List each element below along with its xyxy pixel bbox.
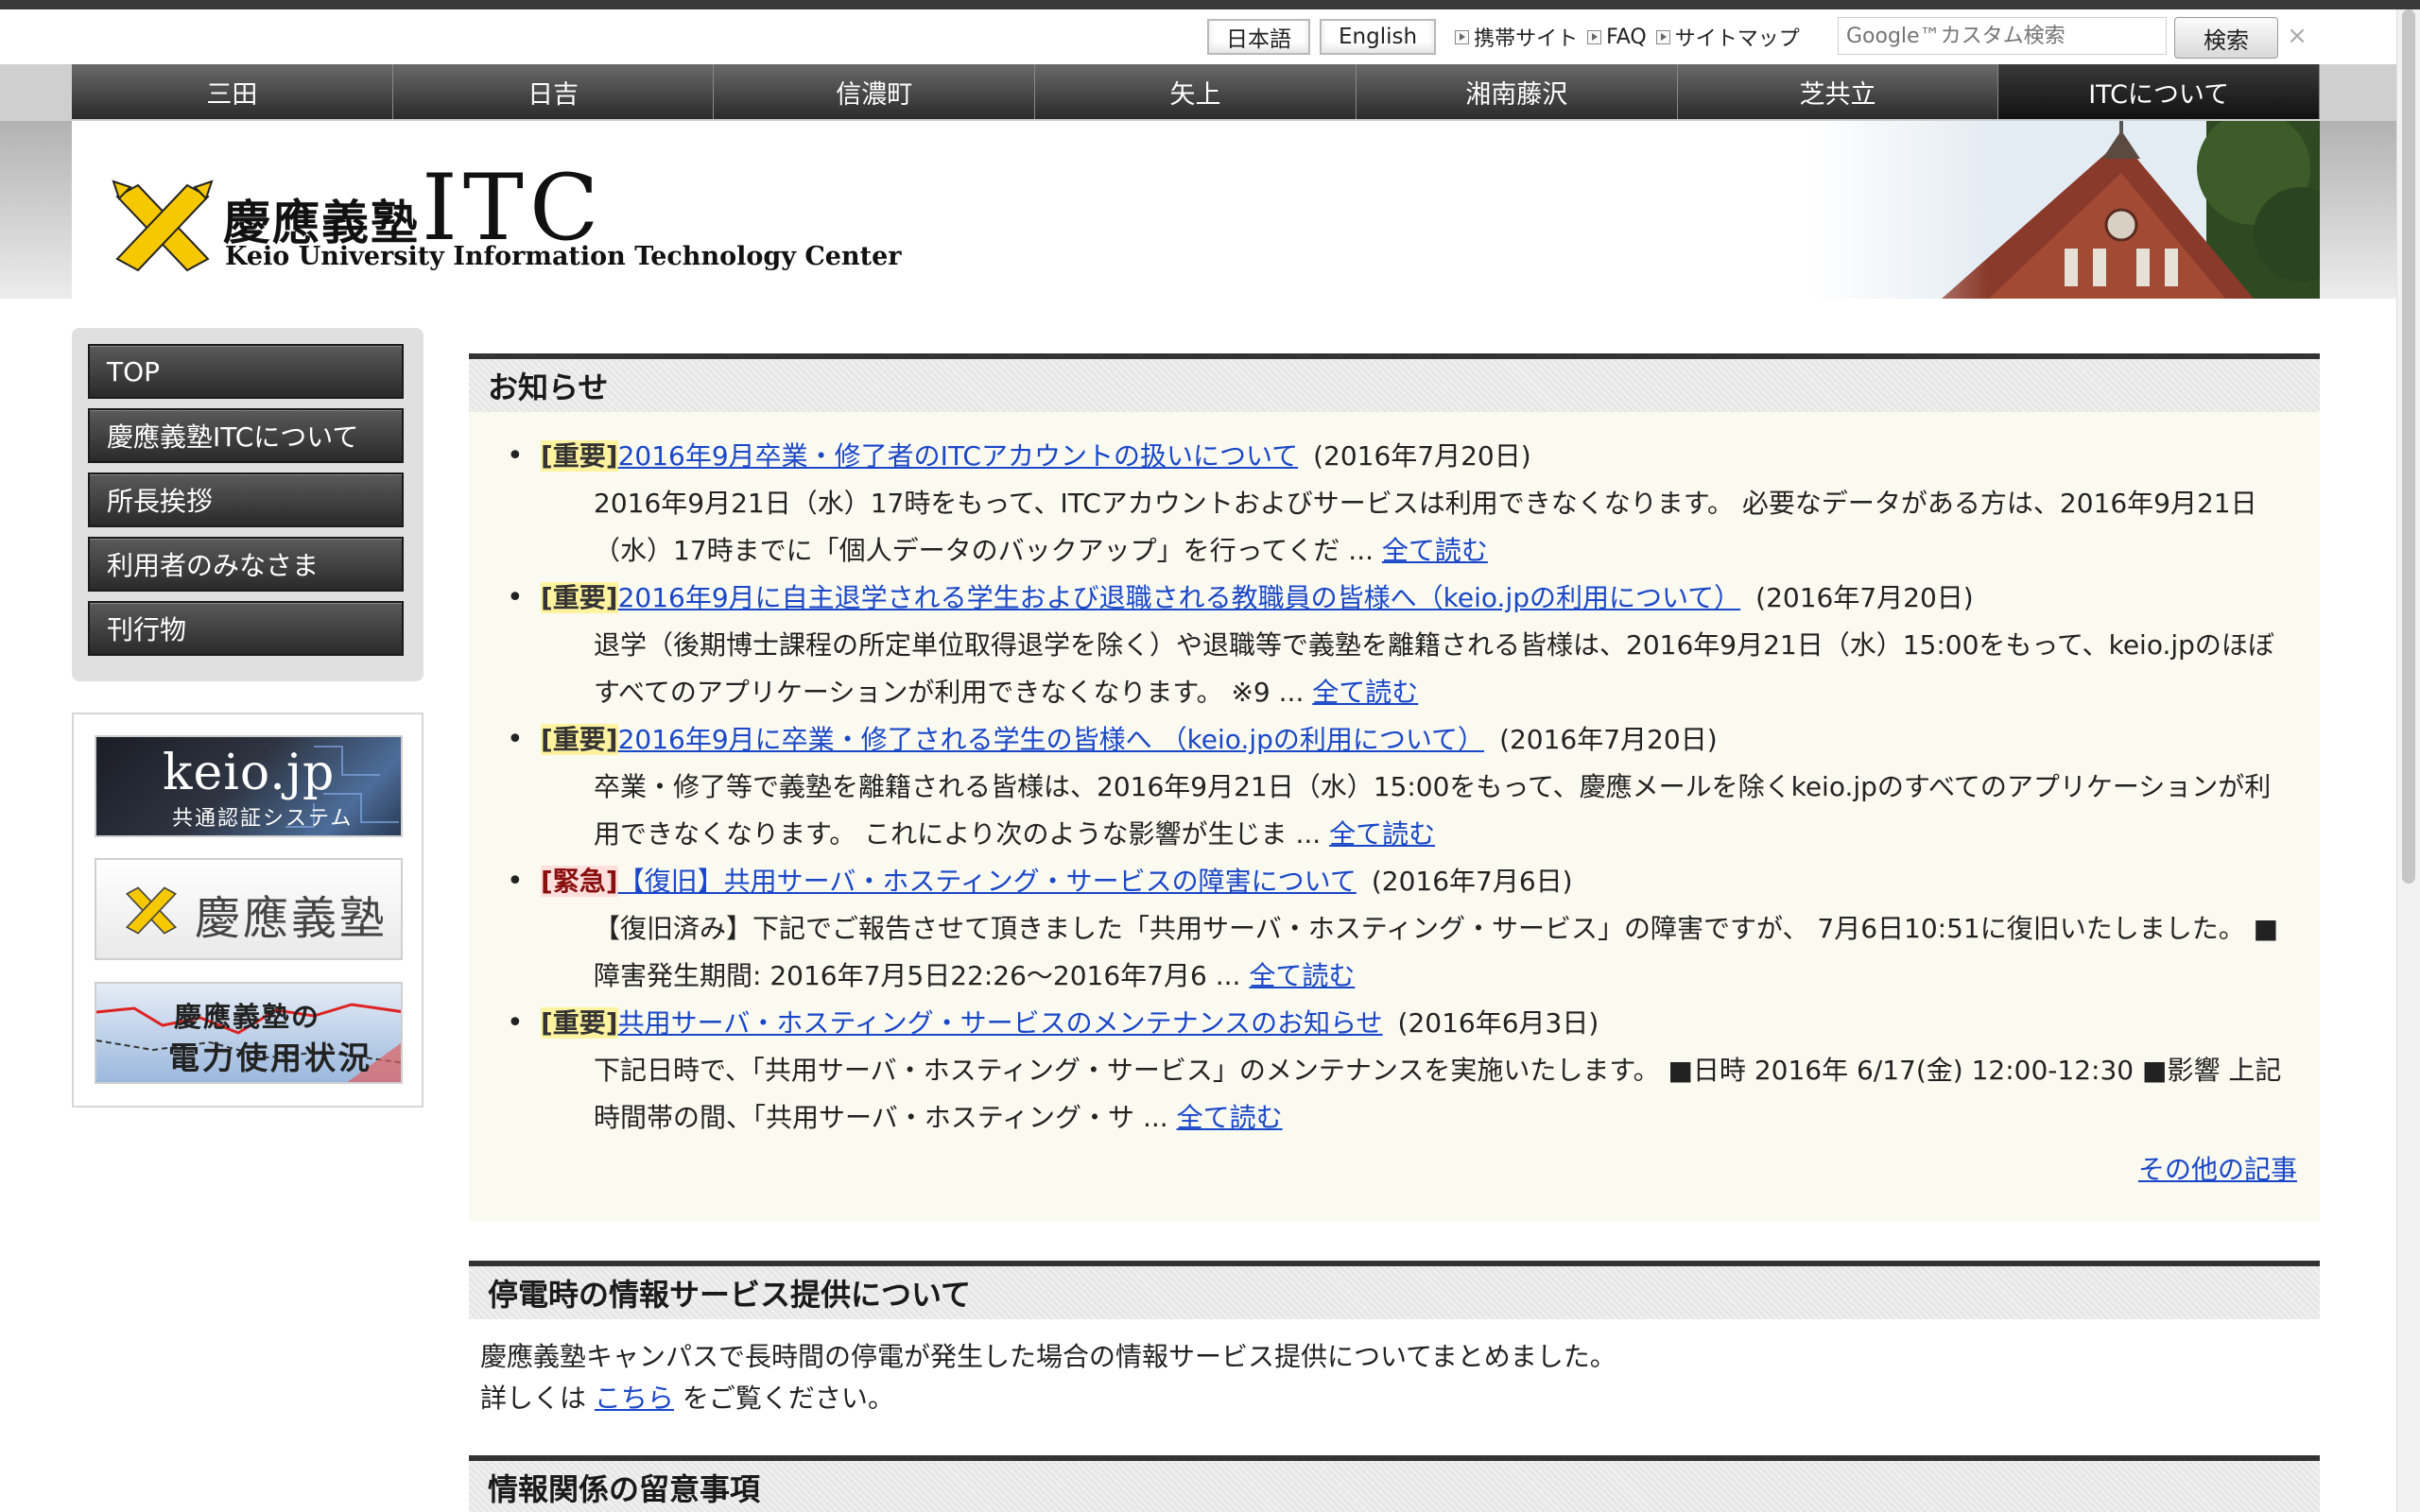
keio-jp-banner[interactable]: keio.jp 共通認証システム xyxy=(95,735,403,837)
read-more-link[interactable]: 全て読む xyxy=(1177,1102,1283,1133)
arrow-box-icon xyxy=(1587,29,1602,44)
news-date: (2016年7月6日) xyxy=(1371,866,1573,897)
other-articles-link[interactable]: その他の記事 xyxy=(2138,1154,2297,1185)
news-title-link[interactable]: 2016年9月に自主退学される学生および退職される教職員の皆様へ（keio.jp… xyxy=(618,582,1741,613)
snav-about-itc[interactable]: 慶應義塾ITCについて xyxy=(88,408,404,463)
read-more-link[interactable]: 全て読む xyxy=(1249,960,1355,991)
arrow-box-icon xyxy=(1655,29,1670,44)
global-nav: 三田 日吉 信濃町 矢上 湘南藤沢 芝共立 ITCについて xyxy=(72,64,2321,119)
snav-top[interactable]: TOP xyxy=(88,344,404,399)
keio-jp-banner-title: keio.jp xyxy=(163,745,336,801)
gnav-mita[interactable]: 三田 xyxy=(72,64,393,119)
power-usage-banner-line1: 慶應義塾の xyxy=(174,1001,321,1033)
read-more-link[interactable]: 全て読む xyxy=(1382,535,1488,566)
site-header: 慶應義塾 ITC Keio University Information Tec… xyxy=(72,121,2320,299)
snav-publications[interactable]: 刊行物 xyxy=(88,601,404,656)
news-item: [重要]2016年9月卒業・修了者のITCアカウントの扱いについて (2016年7… xyxy=(469,433,2320,575)
outage-heading: 停電時の情報サービス提供について xyxy=(469,1261,2320,1319)
importance-tag: [重要] xyxy=(541,724,618,755)
keio-pen-logo-icon[interactable] xyxy=(110,178,216,276)
news-date: (2016年7月20日) xyxy=(1755,582,1974,613)
importance-tag: [重要] xyxy=(541,1007,618,1039)
news-title-link[interactable]: 【復旧】共用サーバ・ホスティング・サービスの障害について xyxy=(618,866,1357,897)
gnav-yagami[interactable]: 矢上 xyxy=(1035,64,1357,119)
news-item: [重要]2016年9月に卒業・修了される学生の皆様へ （keio.jpの利用につ… xyxy=(469,716,2320,858)
side-nav: TOP 慶應義塾ITCについて 所長挨拶 利用者のみなさま 刊行物 xyxy=(72,328,424,681)
news-item: [重要]共用サーバ・ホスティング・サービスのメンテナンスのお知らせ (2016年6… xyxy=(469,1000,2320,1142)
logo-english-text: Keio University Information Technology C… xyxy=(225,242,902,271)
news-summary: 下記日時で、「共用サーバ・ホスティング・サービス」のメンテナンスを実施いたします… xyxy=(594,1055,2282,1133)
outage-details-prefix: 詳しくは xyxy=(480,1383,587,1414)
news-date: (2016年6月3日) xyxy=(1397,1007,1599,1039)
outage-details-link[interactable]: こちら xyxy=(595,1383,674,1414)
scrollbar-thumb[interactable] xyxy=(2402,9,2415,884)
urgent-tag: [緊急] xyxy=(541,866,618,897)
gnav-hiyoshi[interactable]: 日吉 xyxy=(392,64,715,119)
faq-label: FAQ xyxy=(1606,25,1647,49)
news-list: [重要]2016年9月卒業・修了者のITCアカウントの扱いについて(2016年7… xyxy=(469,412,2320,1142)
news-item: [重要]2016年9月に自主退学される学生および退職される教職員の皆様へ（kei… xyxy=(469,575,2320,716)
sitemap-label: サイトマップ xyxy=(1674,27,1800,51)
news-date: (2016年7月20日) xyxy=(1313,440,1531,472)
notes-panel: 情報関係の留意事項 xyxy=(469,1455,2320,1512)
gnav-shonan-fujisawa[interactable]: 湘南藤沢 xyxy=(1356,64,1678,119)
utility-bar: 日本語 English 携帯サイト FAQ サイトマップ xyxy=(1207,17,1800,57)
keio-university-banner[interactable]: 慶應義塾 xyxy=(95,858,403,960)
campus-building-photo xyxy=(1809,121,2320,299)
lang-english-button[interactable]: English xyxy=(1320,19,1437,55)
notes-heading: 情報関係の留意事項 xyxy=(469,1455,2320,1512)
news-panel: お知らせ [重要]2016年9月卒業・修了者のITCアカウントの扱いについて(2… xyxy=(469,353,2320,1221)
mobile-site-link[interactable]: 携帯サイト xyxy=(1455,22,1578,52)
power-usage-banner-line2: 電力使用状況 xyxy=(168,1040,372,1076)
outage-description: 慶應義塾キャンパスで長時間の停電が発生した場合の情報サービス提供についてまとめま… xyxy=(480,1341,1616,1372)
news-date: (2016年7月20日) xyxy=(1499,724,1718,755)
news-item: [緊急]【復旧】共用サーバ・ホスティング・サービスの障害について (2016年7月… xyxy=(469,858,2320,1000)
outage-details-suffix: をご覧ください。 xyxy=(682,1383,894,1414)
keio-jp-banner-subtitle: 共通認証システム xyxy=(172,807,354,831)
gnav-shiba-kyoritsu[interactable]: 芝共立 xyxy=(1677,64,1999,119)
snav-director-greeting[interactable]: 所長挨拶 xyxy=(88,472,404,527)
page-scrollbar[interactable] xyxy=(2396,9,2420,1512)
news-summary: 【復旧済み】下記でご報告させて頂きました「共用サーバ・ホスティング・サービス」の… xyxy=(594,913,2279,991)
read-more-link[interactable]: 全て読む xyxy=(1312,677,1418,708)
search-button[interactable]: 検索 xyxy=(2174,17,2278,59)
search-input[interactable] xyxy=(1838,17,2167,55)
news-summary: 退学（後期博士課程の所定単位取得退学を除く）や退職等で義塾を離籍される皆様は、2… xyxy=(594,629,2274,708)
read-more-link[interactable]: 全て読む xyxy=(1329,818,1435,850)
browser-top-bar xyxy=(0,0,2420,9)
gnav-about-itc[interactable]: ITCについて xyxy=(1998,64,2321,119)
sitemap-link[interactable]: サイトマップ xyxy=(1655,22,1800,52)
keio-university-banner-label: 慶應義塾 xyxy=(195,892,389,945)
gnav-shinanomachi[interactable]: 信濃町 xyxy=(714,64,1036,119)
outage-panel: 停電時の情報サービス提供について 慶應義塾キャンパスで長時間の停電が発生した場合… xyxy=(469,1261,2320,1446)
news-title-link[interactable]: 共用サーバ・ホスティング・サービスのメンテナンスのお知らせ xyxy=(618,1007,1383,1039)
lang-japanese-button[interactable]: 日本語 xyxy=(1207,19,1310,55)
news-title-link[interactable]: 2016年9月に卒業・修了される学生の皆様へ （keio.jpの利用について） xyxy=(618,724,1484,755)
importance-tag: [重要] xyxy=(541,440,618,472)
mobile-site-label: 携帯サイト xyxy=(1474,27,1579,51)
keio-pen-logo-icon xyxy=(125,886,178,935)
power-usage-banner[interactable]: 慶應義塾の 電力使用状況 xyxy=(95,982,403,1084)
clear-search-icon[interactable]: × xyxy=(2286,19,2308,53)
snav-for-users[interactable]: 利用者のみなさま xyxy=(88,537,404,592)
news-heading: お知らせ xyxy=(469,353,2320,412)
news-title-link[interactable]: 2016年9月卒業・修了者のITCアカウントの扱いについて xyxy=(618,440,1299,472)
banner-box: keio.jp 共通認証システム 慶應義塾 慶應義塾の 電力使用状況 xyxy=(72,713,424,1108)
importance-tag: [重要] xyxy=(541,582,618,613)
faq-link[interactable]: FAQ xyxy=(1587,26,1647,49)
arrow-box-icon xyxy=(1455,29,1470,44)
